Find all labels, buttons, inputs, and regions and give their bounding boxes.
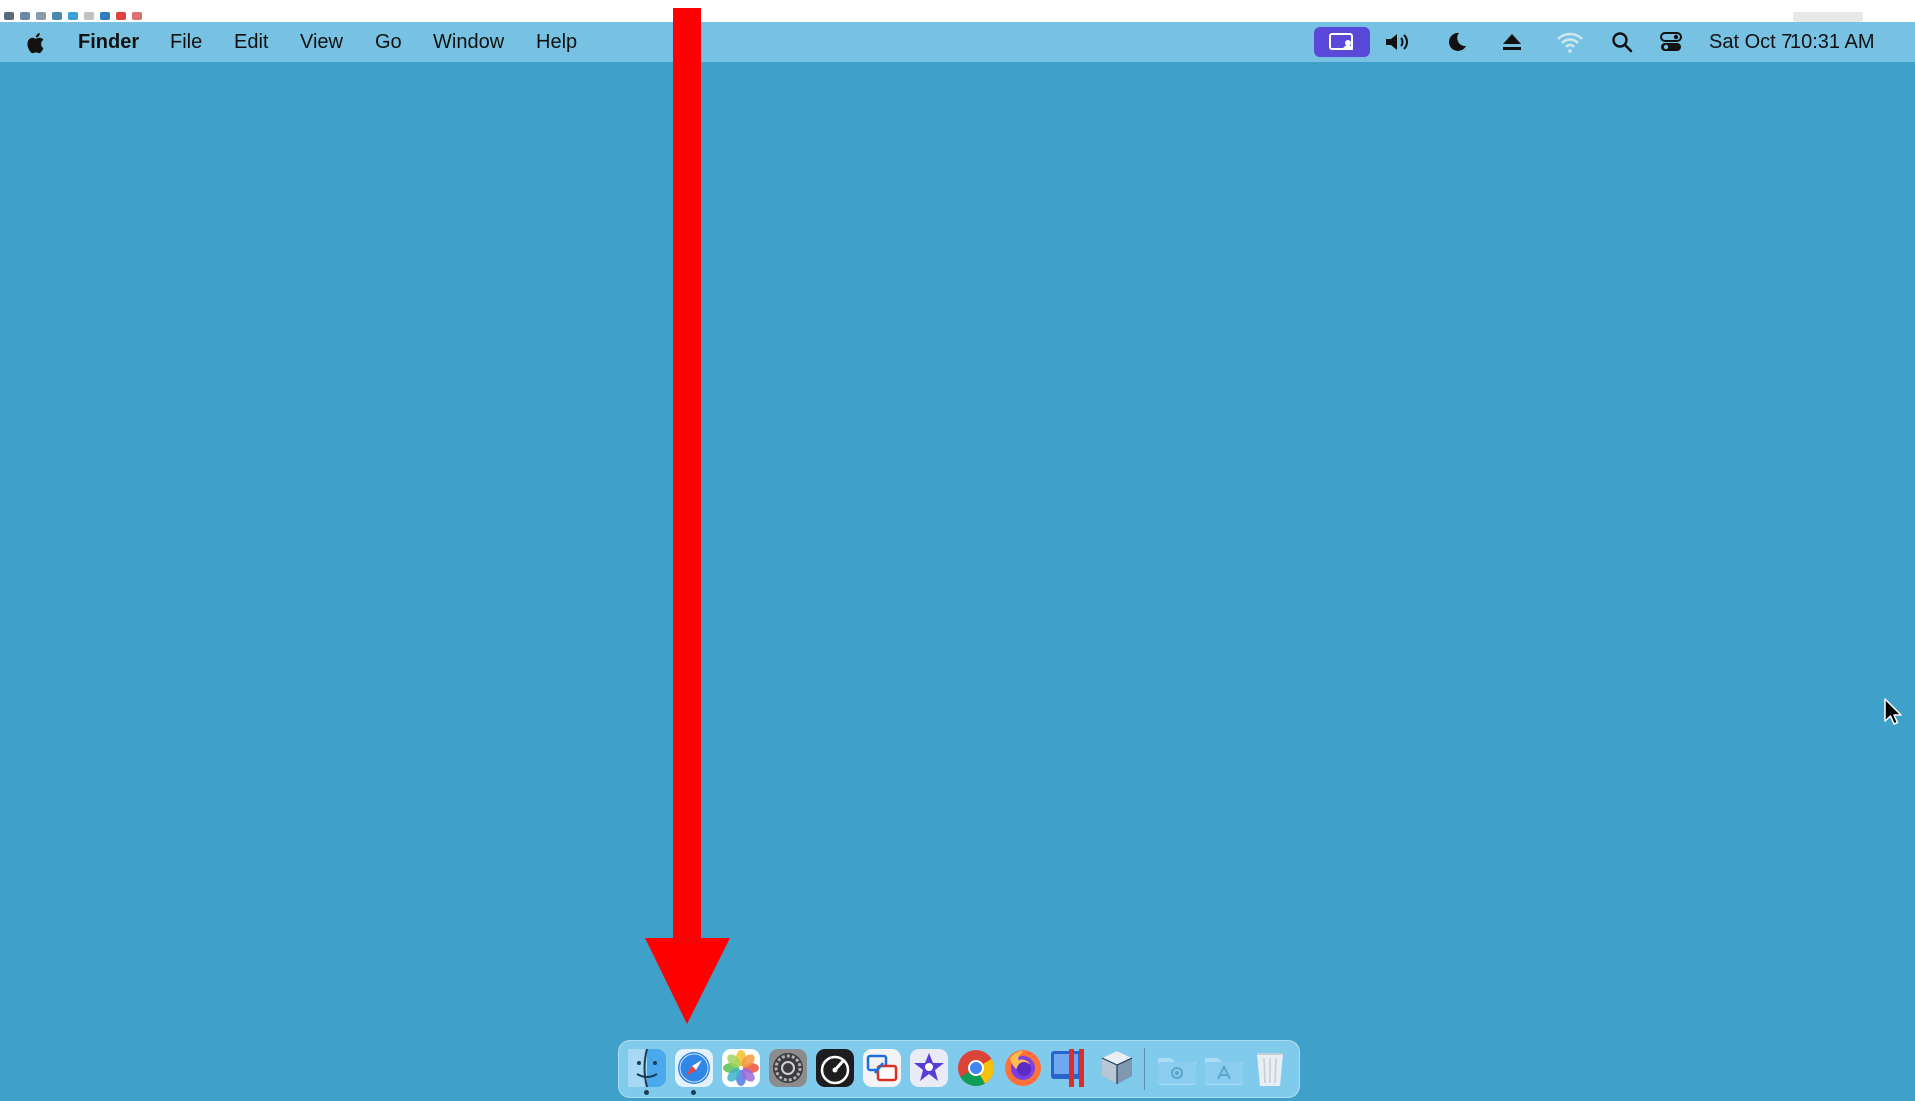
downloads-folder-icon[interactable]	[1155, 1047, 1197, 1089]
chrome-icon[interactable]	[955, 1047, 997, 1089]
screen-sharing-icon[interactable]	[861, 1047, 903, 1089]
safari-icon[interactable]	[673, 1047, 715, 1095]
annotation-arrow	[645, 8, 730, 1024]
parallels-icon[interactable]	[1049, 1047, 1091, 1089]
firefox-icon[interactable]	[1002, 1047, 1044, 1089]
virtualbox-icon[interactable]	[1096, 1047, 1138, 1089]
photos-icon[interactable]	[720, 1047, 762, 1089]
running-indicator	[691, 1090, 696, 1095]
trash-icon[interactable]	[1249, 1047, 1291, 1089]
star-app-icon[interactable]	[908, 1047, 950, 1089]
running-indicator	[644, 1090, 649, 1095]
activity-gauge-icon[interactable]	[814, 1047, 856, 1089]
system-settings-icon[interactable]	[767, 1047, 809, 1089]
mouse-cursor-icon	[1884, 698, 1902, 725]
dock-separator	[1144, 1048, 1145, 1090]
applications-folder-icon[interactable]	[1202, 1047, 1244, 1089]
dock	[618, 1040, 1300, 1098]
finder-icon[interactable]	[626, 1047, 668, 1095]
desktop: Finder File Edit View Go Window Help Sat…	[0, 0, 1915, 1101]
